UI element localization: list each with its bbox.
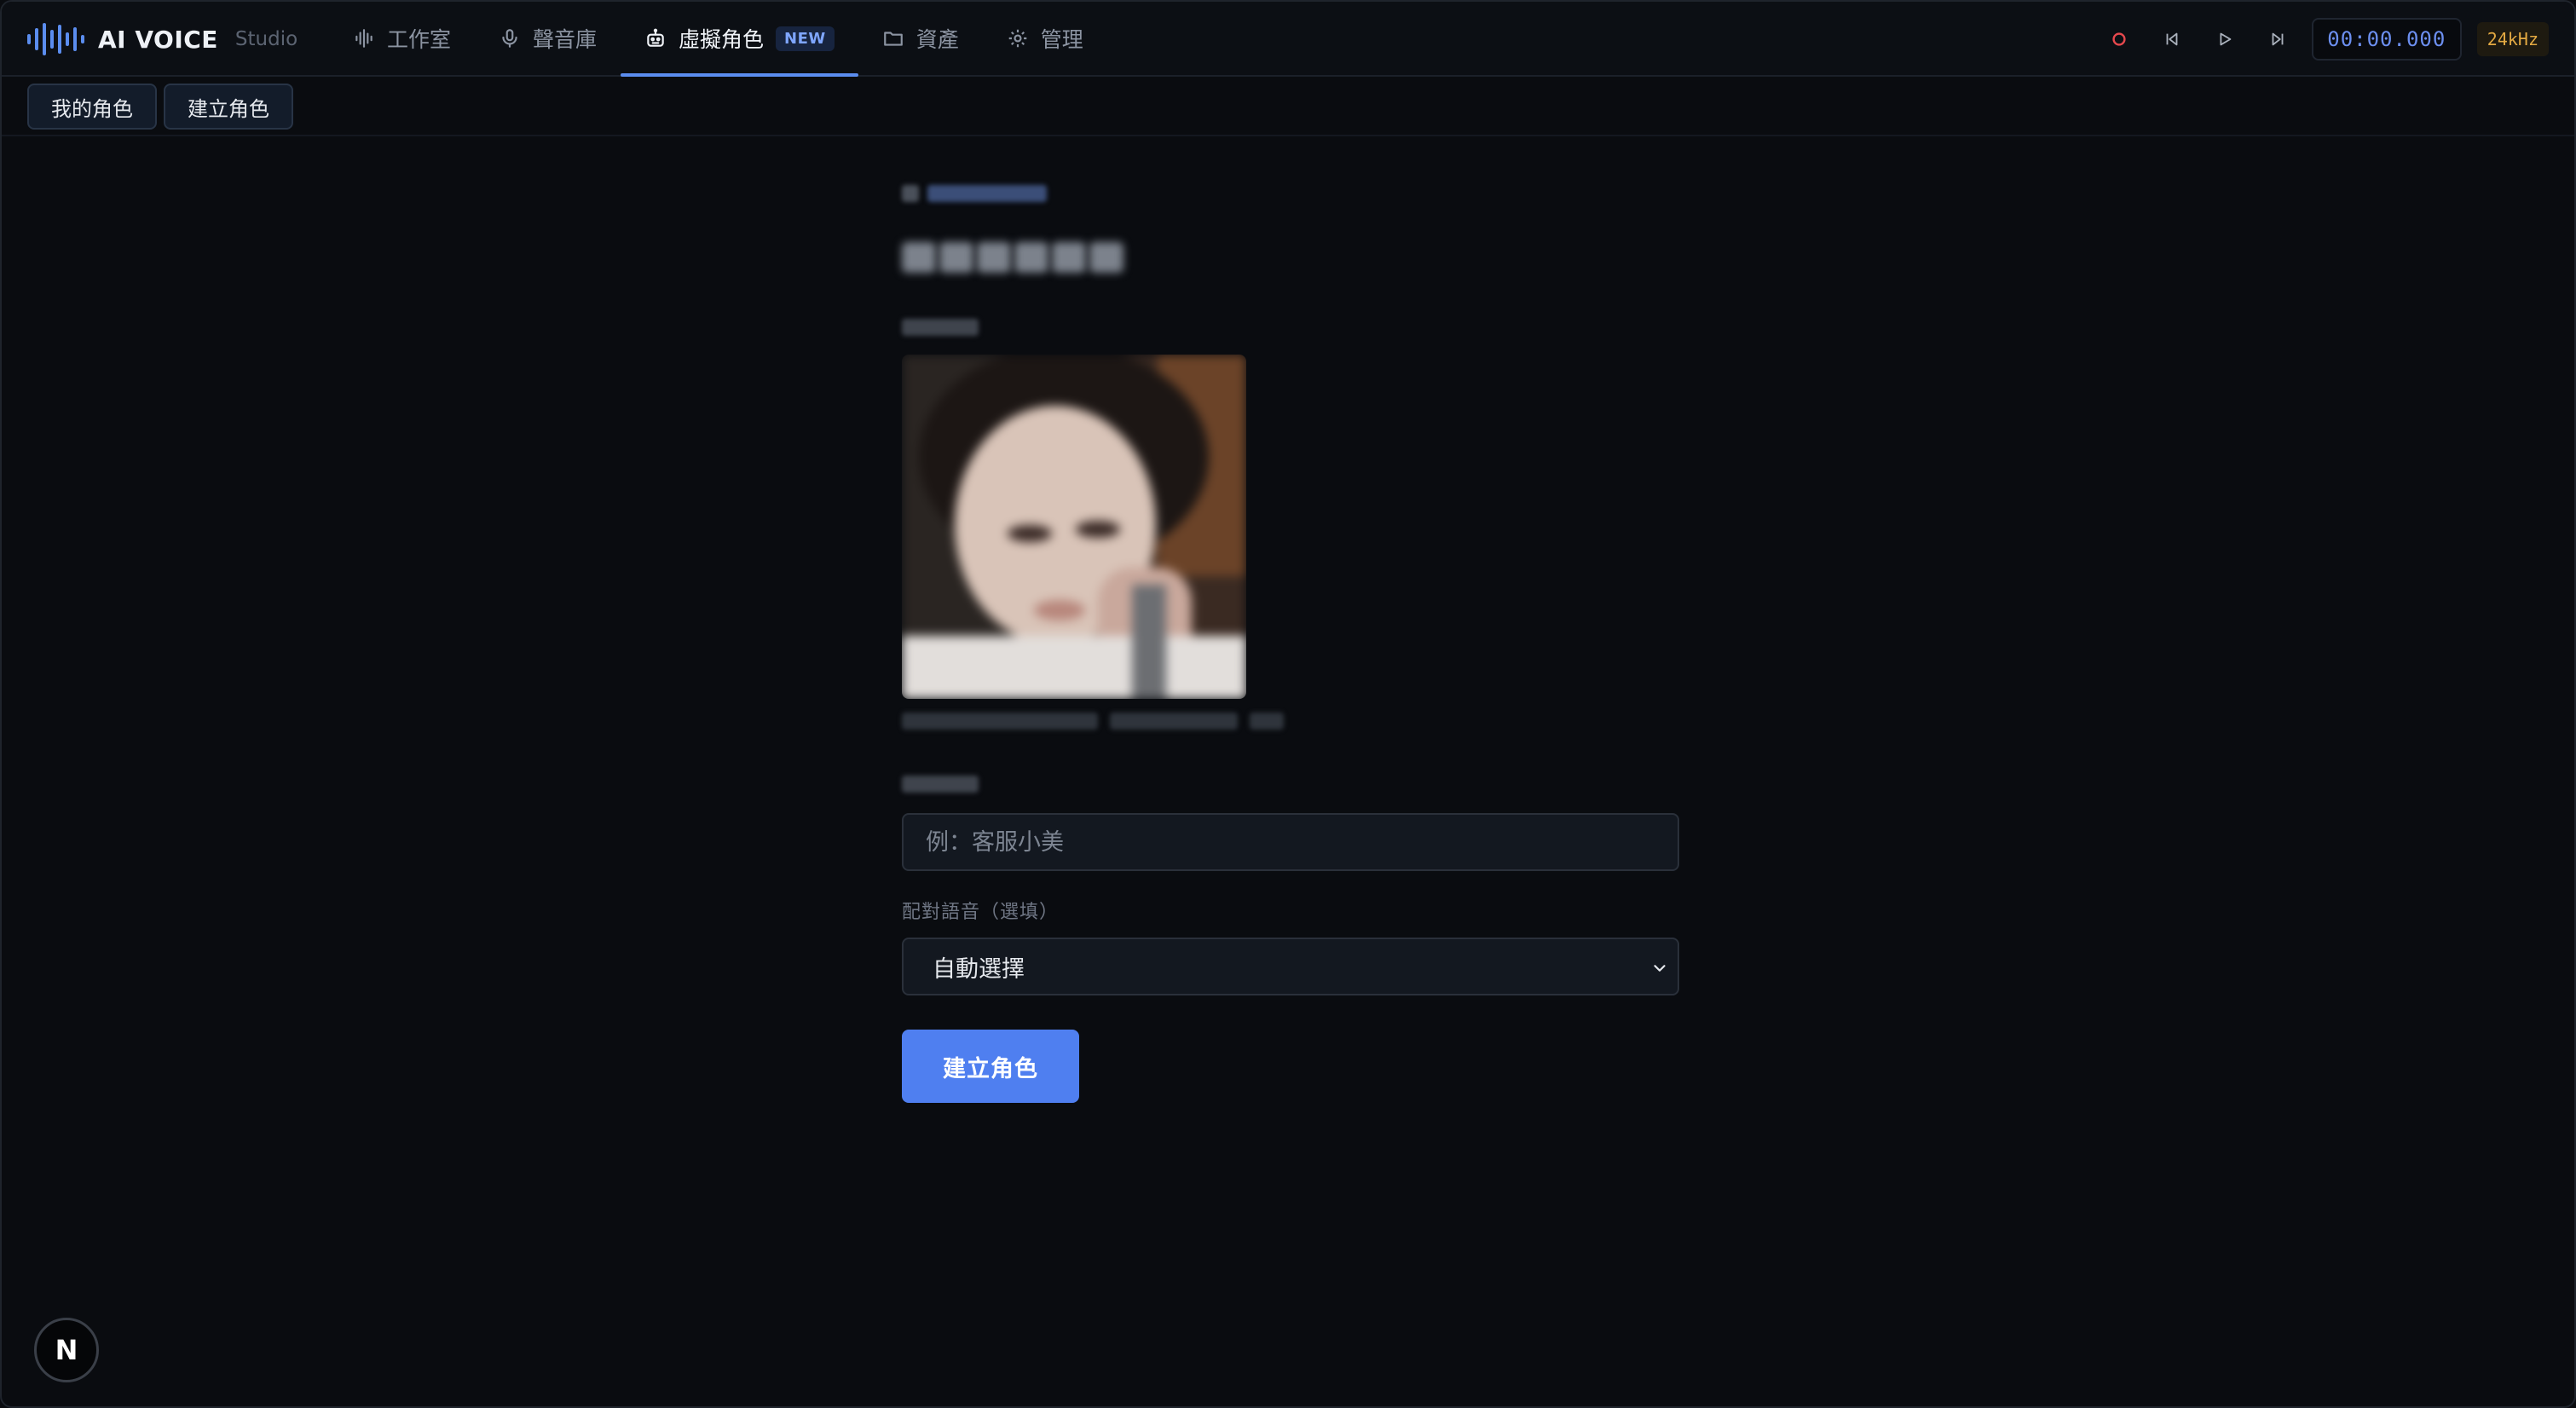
record-button[interactable] <box>2100 20 2138 58</box>
nav-label: 聲音庫 <box>533 27 598 52</box>
avatar-hint-redacted <box>902 713 1679 733</box>
tab-my-characters[interactable]: 我的角色 <box>27 84 157 130</box>
nav-item-admin[interactable]: 管理 <box>983 2 1107 75</box>
brand[interactable]: AI VOICE Studio <box>27 20 297 58</box>
robot-icon <box>647 28 664 47</box>
nav-item-virtual-character[interactable]: 虛擬角色 NEW <box>621 2 858 77</box>
waveform-logo-icon <box>27 22 84 56</box>
nav-label: 管理 <box>1040 27 1083 52</box>
skip-back-icon <box>2166 32 2178 46</box>
nav-label: 資產 <box>915 27 959 52</box>
folder-icon <box>883 32 903 46</box>
top-bar: AI VOICE Studio 工作室 聲音庫 虛擬角色 NEW 資產 管理 0… <box>2 2 2574 77</box>
nav-label: 工作室 <box>387 27 452 52</box>
new-badge: NEW <box>776 26 835 51</box>
character-name-input[interactable] <box>902 813 1679 871</box>
avatar-label-redacted <box>902 319 1679 338</box>
play-button[interactable] <box>2206 20 2244 58</box>
sub-toolbar: 我的角色 建立角色 <box>2 77 2574 136</box>
app-window: AI VOICE Studio 工作室 聲音庫 虛擬角色 NEW 資產 管理 0… <box>0 0 2576 1408</box>
nav-item-assets[interactable]: 資產 <box>858 2 983 75</box>
sample-rate-badge[interactable]: 24kHz <box>2476 22 2549 56</box>
timecode-display: 00:00.000 <box>2311 18 2462 61</box>
skip-back-button[interactable] <box>2153 20 2191 58</box>
dev-indicator-button[interactable]: N <box>34 1318 99 1382</box>
create-character-button[interactable]: 建立角色 <box>902 1030 1079 1103</box>
breadcrumb <box>902 182 1679 205</box>
transport-controls: 00:00.000 24kHz <box>2100 17 2549 61</box>
chevron-down-icon <box>1654 965 1666 972</box>
brand-name: AI VOICE <box>98 25 218 54</box>
play-icon <box>2220 32 2232 46</box>
nav-label: 虛擬角色 <box>679 27 765 52</box>
waveform-icon <box>355 29 373 48</box>
gear-icon <box>1008 29 1027 48</box>
tab-create-character[interactable]: 建立角色 <box>164 84 293 130</box>
microphone-icon <box>502 29 517 48</box>
create-character-form: 配對語音（選填） 自動選擇 建立角色 <box>902 182 1679 1103</box>
nav-item-voice-library[interactable]: 聲音庫 <box>475 2 621 75</box>
blurred-breadcrumb-text <box>927 185 1047 202</box>
character-subtabs: 我的角色 建立角色 <box>27 84 293 130</box>
nav-item-studio[interactable]: 工作室 <box>329 2 475 75</box>
voice-select[interactable]: 自動選擇 <box>902 938 1679 995</box>
blurred-breadcrumb-icon <box>902 185 919 202</box>
voice-select-value: 自動選擇 <box>933 955 1025 983</box>
page-title-redacted <box>902 242 1679 276</box>
record-icon <box>2112 32 2126 46</box>
skip-forward-button[interactable] <box>2259 20 2296 58</box>
avatar-upload[interactable] <box>902 355 1246 699</box>
brand-subtitle: Studio <box>234 28 298 50</box>
name-label-redacted <box>902 776 1679 798</box>
main-nav: 工作室 聲音庫 虛擬角色 NEW 資產 管理 <box>329 2 1107 77</box>
skip-forward-icon <box>2272 32 2284 46</box>
voice-label: 配對語音（選填） <box>902 902 1060 923</box>
avatar-photo <box>902 355 1246 699</box>
